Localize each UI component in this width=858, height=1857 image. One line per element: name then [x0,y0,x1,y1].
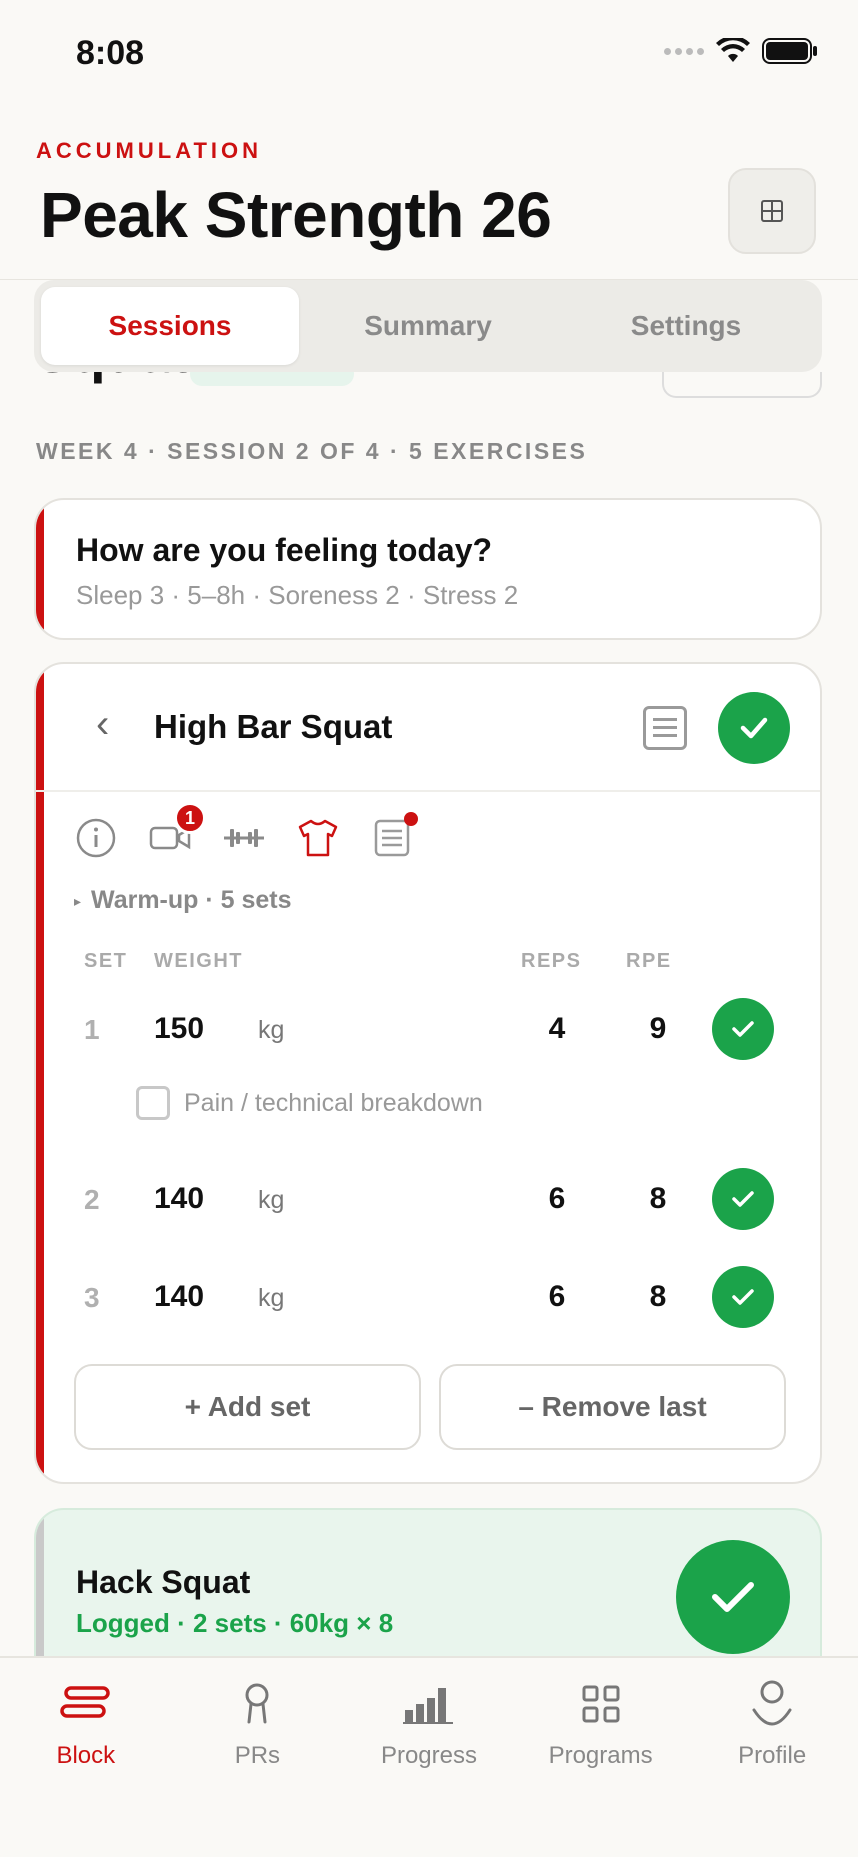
nav-label: Block [56,1742,116,1769]
grid-icon [761,200,783,222]
weight-input[interactable]: 140 [154,1280,204,1314]
video-count-badge: 1 [174,802,206,834]
nav-programs[interactable]: Programs [515,1658,687,1857]
pr-icon [245,1683,269,1724]
exercise-card-logged[interactable]: Hack Squat Logged · 2 sets · 60kg × 8 [34,1508,822,1656]
set-complete-button[interactable] [712,1266,774,1328]
block-phase: ACCUMULATION [36,138,263,163]
status-icons [664,38,818,64]
nav-label: Profile [738,1742,807,1769]
note-icon[interactable] [370,812,418,860]
exercise-name: Hack Squat [76,1564,251,1600]
page-title: Peak Strength 26 [40,179,552,251]
nav-progress[interactable]: Progress [343,1658,515,1857]
exercise-toolbar: 1 [74,802,418,860]
nav-label: Programs [548,1742,653,1769]
progress-icon [402,1688,453,1724]
exercise-header: ‹ High Bar Squat [36,664,820,792]
set-number: 3 [84,1282,100,1313]
exercise-log-status: Logged · 2 sets · 60kg × 8 [76,1608,394,1638]
column-header-weight: WEIGHT [154,950,243,972]
reps-input[interactable]: 6 [532,1182,582,1216]
tab-summary[interactable]: Summary [299,287,557,365]
rpe-input[interactable]: 9 [633,1012,683,1046]
set-row: 1 150 kg 4 9 [36,994,820,1064]
chevron-left-icon[interactable]: ‹ [96,702,109,747]
add-set-button[interactable]: + Add set [74,1364,421,1450]
session-scroll-area[interactable]: Squat WEEK 4 · SESSION 2 OF 4 · 5 EXERCI… [0,372,858,1656]
weight-input[interactable]: 140 [154,1182,204,1216]
pain-label: Pain / technical breakdown [184,1088,483,1117]
exercise-complete-button[interactable] [676,1540,790,1654]
nav-label: PRs [234,1742,281,1769]
tab-settings[interactable]: Settings [557,287,815,365]
readiness-title: How are you feeling today? [76,532,493,568]
session-title: Squat [34,372,190,385]
info-icon[interactable] [74,816,118,860]
column-header-rpe: RPE [626,950,672,972]
column-header-reps: REPS [521,950,582,972]
weight-input[interactable]: 150 [154,1012,204,1046]
warmup-toggle[interactable]: ▸ Warm-up · 5 sets [74,886,292,915]
video-icon[interactable]: 1 [148,802,206,860]
check-icon [732,1289,754,1305]
block-icon [60,1686,110,1718]
remove-last-button[interactable]: – Remove last [439,1364,786,1450]
session-meta: WEEK 4 · SESSION 2 OF 4 · 5 EXERCISES [36,438,588,464]
tab-sessions[interactable]: Sessions [41,287,299,365]
profile-icon [752,1680,792,1726]
weight-unit: kg [258,1186,285,1214]
set-row: 2 140 kg 6 8 [36,1164,820,1234]
set-row: 3 140 kg 6 8 [36,1262,820,1332]
warmup-label: Warm-up · 5 sets [91,886,292,914]
rpe-input[interactable]: 8 [633,1182,683,1216]
readiness-details: Sleep 3 · 5–8h · Soreness 2 · Stress 2 [76,580,519,610]
shirt-icon[interactable] [296,816,340,860]
note-indicator-dot [404,812,418,826]
exercise-card: ‹ High Bar Squat 1 ▸ Warm-up · 5 sets SE… [34,662,822,1484]
nav-block[interactable]: Block [0,1658,172,1857]
card-accent [36,500,44,638]
exercise-name: High Bar Squat [154,708,393,745]
nav-prs[interactable]: PRs [172,1658,344,1857]
set-number: 2 [84,1184,100,1215]
status-bar: 8:08 [0,0,858,110]
set-actions: + Add set – Remove last [74,1364,786,1450]
readiness-card[interactable]: How are you feeling today? Sleep 3 · 5–8… [34,498,822,640]
battery-icon [762,38,817,64]
nav-profile[interactable]: Profile [686,1658,858,1857]
reps-input[interactable]: 6 [532,1280,582,1314]
wifi-icon [716,38,750,62]
programs-icon [582,1685,620,1723]
set-number: 1 [84,1014,100,1045]
column-header-set: SET [84,950,128,972]
disclosure-triangle-icon: ▸ [74,892,82,909]
layout-toggle-button[interactable] [728,168,816,254]
check-icon [732,1191,754,1207]
pain-checkbox[interactable] [136,1086,170,1120]
weight-unit: kg [258,1284,285,1312]
check-icon [740,717,768,739]
weight-unit: kg [258,1016,285,1044]
nav-label: Progress [380,1742,477,1769]
page-header: ACCUMULATION Peak Strength 26 [0,110,858,280]
card-accent [36,1510,44,1656]
set-complete-button[interactable] [712,1168,774,1230]
check-icon [712,1582,754,1612]
session-status-pill [190,372,354,386]
reps-input[interactable]: 4 [532,1012,582,1046]
signal-icon [664,47,704,55]
pain-flag[interactable]: Pain / technical breakdown [136,1086,483,1120]
notes-icon[interactable] [643,706,687,750]
barbell-icon[interactable] [222,816,266,860]
section-tabs: Sessions Summary Settings [34,280,822,372]
exercise-complete-button[interactable] [718,692,790,764]
rpe-input[interactable]: 8 [633,1280,683,1314]
status-time: 8:08 [76,34,145,72]
set-complete-button[interactable] [712,998,774,1060]
session-action-button[interactable] [662,372,822,398]
bottom-nav: Block PRs Progress Programs Profile [0,1656,858,1857]
check-icon [732,1021,754,1037]
